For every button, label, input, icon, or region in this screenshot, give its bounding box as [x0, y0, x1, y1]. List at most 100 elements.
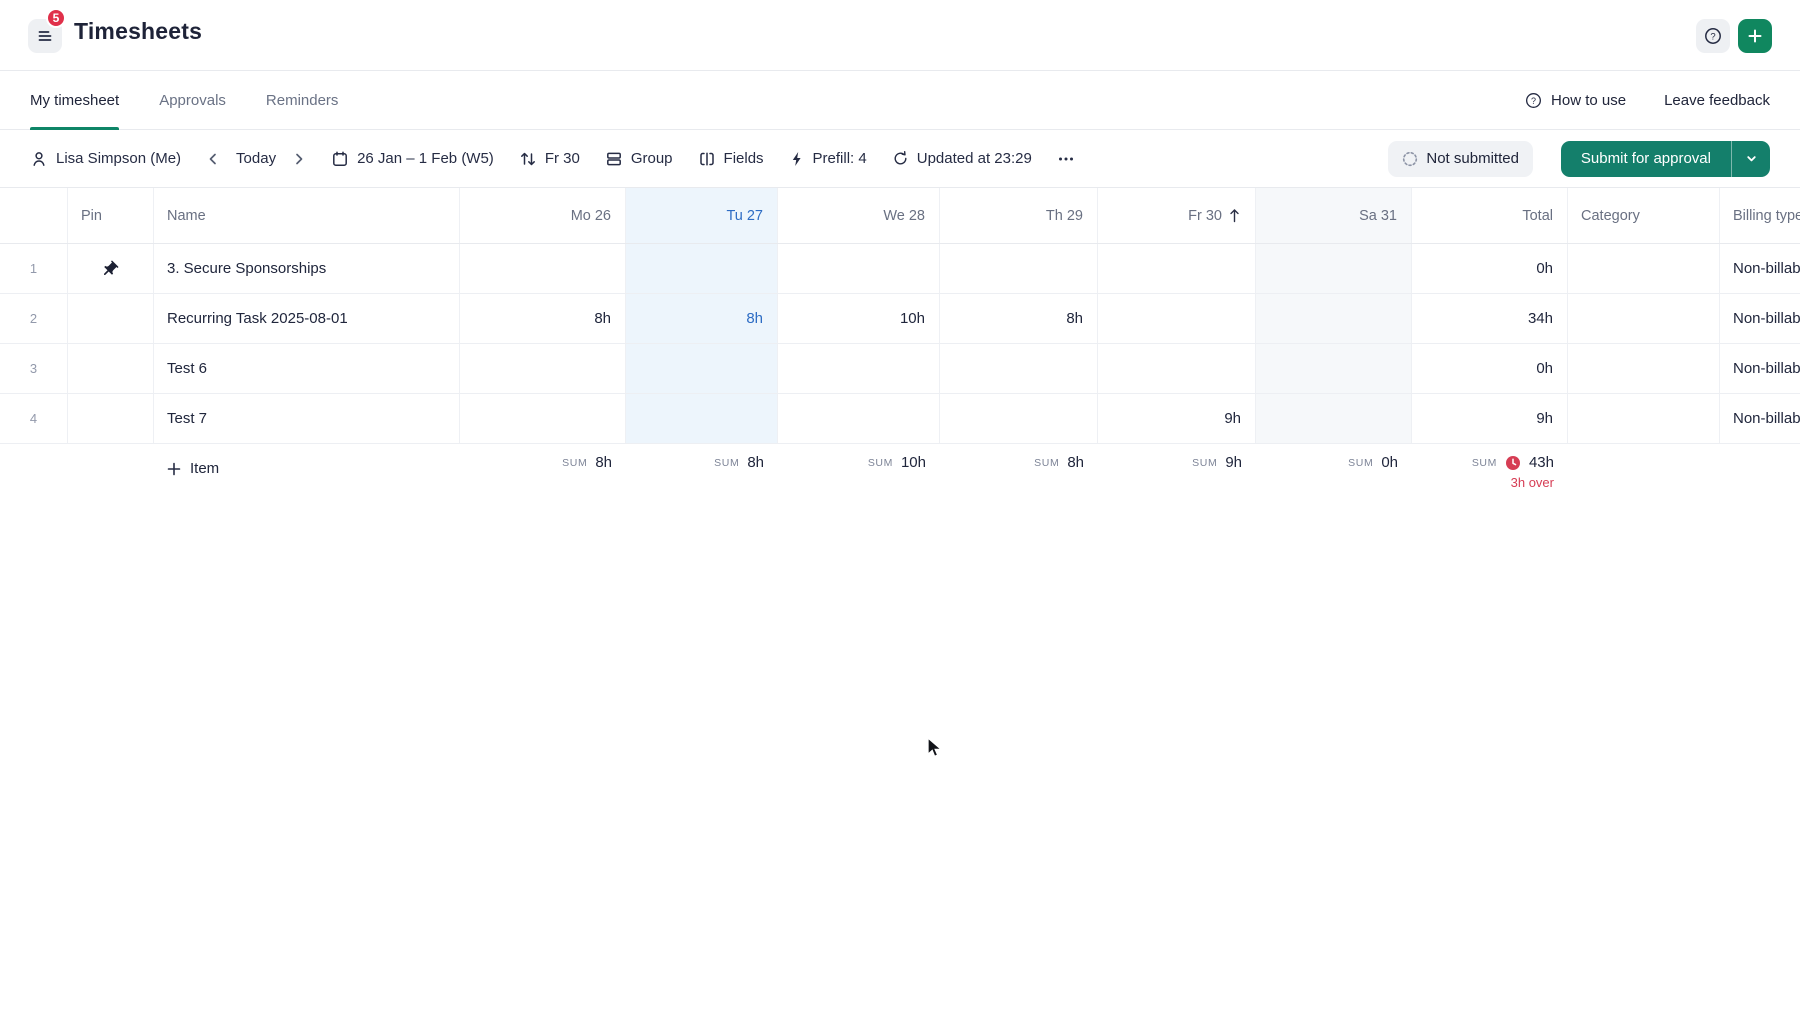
pin-column-header[interactable]: Pin [68, 188, 154, 243]
leave-feedback-link[interactable]: Leave feedback [1664, 92, 1770, 109]
tu-cell[interactable]: 8h [626, 294, 778, 343]
we-cell[interactable] [778, 344, 940, 393]
updated-status[interactable]: Updated at 23:29 [892, 150, 1032, 167]
billing-cell[interactable]: Non-billable [1720, 394, 1800, 443]
sum-value: 43h [1529, 454, 1554, 471]
fr-column-header[interactable]: Fr 30 [1098, 188, 1256, 243]
category-cell[interactable] [1568, 294, 1720, 343]
tab-my-timesheet[interactable]: My timesheet [30, 71, 119, 129]
th-cell[interactable] [940, 394, 1098, 443]
row-number: 2 [0, 294, 68, 343]
prev-week-button[interactable] [206, 152, 220, 166]
sa-column-header[interactable]: Sa 31 [1256, 188, 1412, 243]
how-to-use-link[interactable]: ? How to use [1524, 91, 1626, 110]
tab-bar: My timesheet Approvals Reminders ? How t… [0, 71, 1800, 130]
fr-header-label: Fr 30 [1188, 208, 1222, 224]
category-cell[interactable] [1568, 394, 1720, 443]
table-row: 3 Test 6 0h Non-billable [0, 344, 1800, 394]
page-title: Timesheets [74, 18, 202, 45]
topbar-actions: ? [1696, 19, 1772, 53]
category-cell[interactable] [1568, 344, 1720, 393]
billing-cell[interactable]: Non-billable [1720, 244, 1800, 293]
we-column-header[interactable]: We 28 [778, 188, 940, 243]
timesheets-page: 5 Timesheets ? My timesheet [0, 0, 1800, 1023]
th-cell[interactable] [940, 344, 1098, 393]
more-button[interactable] [1057, 150, 1075, 168]
add-item-button[interactable]: Item [154, 444, 460, 477]
fr-cell[interactable] [1098, 244, 1256, 293]
sum-label: SUM [562, 457, 587, 469]
pin-cell[interactable] [68, 394, 154, 443]
prefill-label: Prefill: 4 [813, 150, 867, 167]
pin-cell[interactable] [68, 294, 154, 343]
pin-cell[interactable] [68, 244, 154, 293]
table-row: 2 Recurring Task 2025-08-01 8h 8h 10h 8h… [0, 294, 1800, 344]
task-name-cell[interactable]: Test 6 [154, 344, 460, 393]
th-cell[interactable] [940, 244, 1098, 293]
task-name-cell[interactable]: 3. Secure Sponsorships [154, 244, 460, 293]
row-number: 1 [0, 244, 68, 293]
mo-cell[interactable] [460, 344, 626, 393]
pin-cell[interactable] [68, 344, 154, 393]
sa-cell[interactable] [1256, 394, 1412, 443]
category-column-header[interactable]: Category [1568, 188, 1720, 243]
fields-columns-icon [698, 150, 716, 168]
group-button[interactable]: Group [605, 150, 673, 168]
overtime-label: 3h over [1511, 475, 1554, 490]
fr-cell[interactable] [1098, 344, 1256, 393]
total-column-header[interactable]: Total [1412, 188, 1568, 243]
category-cell[interactable] [1568, 244, 1720, 293]
billing-cell[interactable]: Non-billable [1720, 294, 1800, 343]
mouse-cursor [925, 737, 947, 761]
th-column-header[interactable]: Th 29 [940, 188, 1098, 243]
task-name-cell[interactable]: Test 7 [154, 394, 460, 443]
tu-cell[interactable] [626, 344, 778, 393]
top-bar: 5 Timesheets ? [0, 0, 1800, 71]
mo-cell[interactable] [460, 394, 626, 443]
submit-dropdown-button[interactable] [1732, 141, 1770, 177]
today-button[interactable]: Today [236, 150, 276, 167]
submit-for-approval-button[interactable]: Submit for approval [1561, 141, 1731, 177]
mo-column-header[interactable]: Mo 26 [460, 188, 626, 243]
billing-cell[interactable]: Non-billable [1720, 344, 1800, 393]
mo-cell[interactable] [460, 244, 626, 293]
tu-cell[interactable] [626, 394, 778, 443]
sa-cell[interactable] [1256, 294, 1412, 343]
plus-icon [167, 462, 181, 476]
fields-button[interactable]: Fields [698, 150, 764, 168]
submit-split-button: Submit for approval [1561, 141, 1770, 177]
name-column-header[interactable]: Name [154, 188, 460, 243]
overtime-clock-icon [1505, 455, 1521, 471]
tu-cell[interactable] [626, 244, 778, 293]
we-cell[interactable]: 10h [778, 294, 940, 343]
sort-arrows-icon [519, 150, 537, 168]
th-cell[interactable]: 8h [940, 294, 1098, 343]
tu-column-header[interactable]: Tu 27 [626, 188, 778, 243]
sa-cell[interactable] [1256, 344, 1412, 393]
help-button[interactable]: ? [1696, 19, 1730, 53]
toolbar: Lisa Simpson (Me) Today 26 Jan – 1 Feb (… [0, 130, 1800, 188]
sum-label: SUM [1472, 457, 1497, 469]
status-badge[interactable]: Not submitted [1388, 141, 1533, 177]
billing-column-header[interactable]: Billing type [1720, 188, 1800, 243]
fr-cell[interactable] [1098, 294, 1256, 343]
tab-approvals[interactable]: Approvals [159, 71, 226, 129]
task-name-cell[interactable]: Recurring Task 2025-08-01 [154, 294, 460, 343]
mo-cell[interactable]: 8h [460, 294, 626, 343]
add-button[interactable] [1738, 19, 1772, 53]
sort-button[interactable]: Fr 30 [519, 150, 580, 168]
sa-cell[interactable] [1256, 244, 1412, 293]
tab-reminders[interactable]: Reminders [266, 71, 339, 129]
leave-feedback-label: Leave feedback [1664, 92, 1770, 109]
date-range-selector[interactable]: 26 Jan – 1 Feb (W5) [331, 150, 494, 168]
fr-cell[interactable]: 9h [1098, 394, 1256, 443]
next-week-button[interactable] [292, 152, 306, 166]
sa-sum: SUM0h [1256, 444, 1412, 508]
person-icon [30, 150, 48, 168]
sum-value: 0h [1381, 454, 1398, 471]
user-selector[interactable]: Lisa Simpson (Me) [30, 150, 181, 168]
we-cell[interactable] [778, 394, 940, 443]
we-cell[interactable] [778, 244, 940, 293]
lightning-icon [789, 151, 805, 167]
prefill-button[interactable]: Prefill: 4 [789, 150, 867, 167]
